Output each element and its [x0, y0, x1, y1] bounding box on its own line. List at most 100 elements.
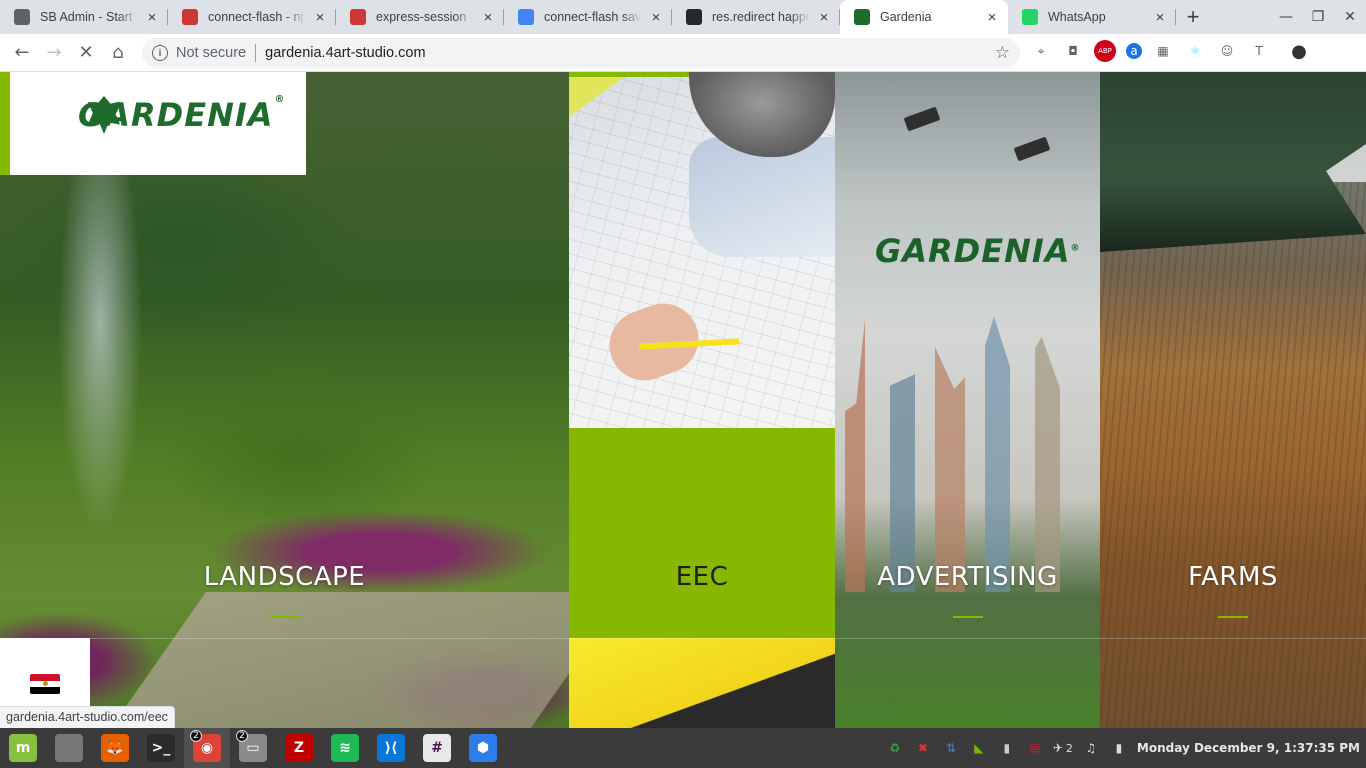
app-glyph: # — [423, 734, 451, 762]
t-icon[interactable]: T — [1248, 40, 1270, 62]
network-app-icon[interactable]: ⬢ — [460, 728, 506, 768]
section-title-eec: EEC — [675, 562, 729, 592]
react-icon[interactable]: ⚛ — [1184, 40, 1206, 62]
tab-title: connect-flash save — [544, 10, 642, 24]
chrome-icon[interactable]: ◉ 2 — [184, 728, 230, 768]
extensions-area: ⌖ ◘ ABP a ▦ ⚛ ☺ T ● — [1030, 40, 1310, 62]
mint-menu-icon[interactable]: m — [0, 728, 46, 768]
browser-tab[interactable]: connect-flash - npm × — [168, 0, 336, 34]
tab-separator — [1175, 9, 1176, 25]
status-bubble: gardenia.4art-studio.com/eec — [0, 706, 175, 728]
gardenia-icon — [854, 9, 870, 25]
app-badge: 2 — [190, 730, 202, 742]
a-icon[interactable]: a — [1126, 43, 1142, 59]
app-glyph: m — [9, 734, 37, 762]
egypt-flag-icon[interactable] — [30, 674, 60, 694]
close-tab-icon[interactable]: × — [984, 9, 1000, 26]
update-icon[interactable]: ♻ — [885, 738, 905, 758]
app-glyph: ⟩⟨ — [377, 734, 405, 762]
info-icon[interactable]: i — [152, 45, 168, 61]
tab-title: SB Admin - Start Bootstrap — [40, 10, 138, 24]
divider — [255, 44, 257, 62]
globe-icon — [14, 9, 30, 25]
back-icon[interactable]: ← — [6, 37, 38, 69]
slack-icon[interactable]: # — [414, 728, 460, 768]
taskbar: m 🦊 >_ ◉ 2 ▭ 2 Z ≋ ⟩⟨ # ⬢ ♻ ✖ ⇅ ◣ ▮ ▤ ✈ 2 ♫ ▮ Monday Dece… — [0, 728, 1366, 768]
google-icon — [518, 9, 534, 25]
tab-title: Gardenia — [880, 10, 932, 24]
browser-tab[interactable]: res.redirect happens × — [672, 0, 840, 34]
forward-icon[interactable]: → — [38, 37, 70, 69]
helmet-photo — [569, 638, 835, 728]
close-tab-icon[interactable]: × — [144, 9, 160, 26]
close-tab-icon[interactable]: × — [480, 9, 496, 26]
octopus-icon[interactable]: ☺ — [1216, 40, 1238, 62]
tab-title: res.redirect happens — [712, 10, 810, 24]
show-desktop-icon[interactable] — [46, 728, 92, 768]
sound-icon[interactable]: ♫ — [1081, 738, 1101, 758]
clock[interactable]: Monday December 9, 1:37:35 PM — [1137, 741, 1360, 755]
browser-tab[interactable]: Gardenia × — [840, 0, 1008, 34]
npm-icon — [182, 9, 198, 25]
section-eec[interactable]: EEC — [569, 72, 835, 728]
new-tab-button[interactable]: + — [1176, 0, 1210, 34]
adblock-icon[interactable]: ABP — [1094, 40, 1116, 62]
site-logo[interactable]: GARDENIA ® — [0, 72, 306, 175]
system-tray: ♻ ✖ ⇅ ◣ ▮ ▤ ✈ 2 ♫ ▮ Monday December 9, 1:37:35… — [885, 728, 1366, 768]
tab-title: express-session - npm — [376, 10, 474, 24]
close-tab-icon[interactable]: × — [312, 9, 328, 26]
notifications-icon[interactable]: ✈ 2 — [1053, 738, 1073, 758]
tab-title: connect-flash - npm — [208, 10, 306, 24]
app-glyph: 🦊 — [101, 734, 129, 762]
window-controls: — ❐ ✕ — [1270, 0, 1366, 34]
signal-icon[interactable]: ▮ — [997, 738, 1017, 758]
terminal-icon[interactable]: >_ — [138, 728, 184, 768]
firefox-icon[interactable]: 🦊 — [92, 728, 138, 768]
browser-tab[interactable]: WhatsApp × — [1008, 0, 1176, 34]
shield-icon[interactable]: ✖ — [913, 738, 933, 758]
photo-corner — [569, 77, 624, 117]
app-glyph: ⬢ — [469, 734, 497, 762]
maximize-icon[interactable]: ❐ — [1302, 0, 1334, 34]
browser-tab[interactable]: express-session - npm × — [336, 0, 504, 34]
us-flag-icon[interactable]: ▤ — [1025, 738, 1045, 758]
url-text[interactable]: gardenia.4art-studio.com — [265, 45, 425, 61]
section-advertising[interactable]: GARDENIA® ADVERTISING — [835, 72, 1100, 728]
nvidia-icon[interactable]: ◣ — [969, 738, 989, 758]
section-farms[interactable]: FARMS — [1100, 72, 1366, 728]
camera-icon[interactable]: ◘ — [1062, 40, 1084, 62]
map-pin-icon[interactable]: ⌖ — [1030, 40, 1052, 62]
battery-icon[interactable]: ▮ — [1109, 738, 1129, 758]
filezilla-icon[interactable]: Z — [276, 728, 322, 768]
logo-wordmark: GARDENIA — [78, 96, 274, 134]
blueprint-photo — [569, 72, 835, 428]
files-icon[interactable]: ▭ 2 — [230, 728, 276, 768]
app-badge: 2 — [236, 730, 248, 742]
section-underline — [952, 616, 983, 618]
close-tab-icon[interactable]: × — [648, 9, 664, 26]
close-tab-icon[interactable]: × — [1152, 9, 1168, 26]
minimize-icon[interactable]: — — [1270, 0, 1302, 34]
close-tab-icon[interactable]: × — [816, 9, 832, 26]
grid-icon[interactable]: ▦ — [1152, 40, 1174, 62]
home-icon[interactable]: ⌂ — [102, 37, 134, 69]
whatsapp-icon — [1022, 9, 1038, 25]
network-icon[interactable]: ⇅ — [941, 738, 961, 758]
browser-tab[interactable]: SB Admin - Start Bootstrap × — [0, 0, 168, 34]
npm-icon — [350, 9, 366, 25]
logo-text: GARDENIA ® — [78, 94, 285, 134]
app-glyph: >_ — [147, 734, 175, 762]
address-bar[interactable]: i Not secure gardenia.4art-studio.com ☆ — [142, 38, 1020, 68]
bookmark-star-icon[interactable]: ☆ — [995, 43, 1010, 63]
stop-loading-icon[interactable]: ✕ — [70, 37, 102, 69]
spotify-icon[interactable]: ≋ — [322, 728, 368, 768]
app-glyph: ≋ — [331, 734, 359, 762]
divider-line — [0, 638, 1366, 639]
vscode-icon[interactable]: ⟩⟨ — [368, 728, 414, 768]
browser-tab[interactable]: connect-flash save × — [504, 0, 672, 34]
avatar-icon[interactable]: ● — [1288, 40, 1310, 62]
close-window-icon[interactable]: ✕ — [1334, 0, 1366, 34]
app-glyph: Z — [285, 734, 313, 762]
section-title-farms: FARMS — [1188, 562, 1278, 592]
registered-mark: ® — [274, 94, 286, 105]
